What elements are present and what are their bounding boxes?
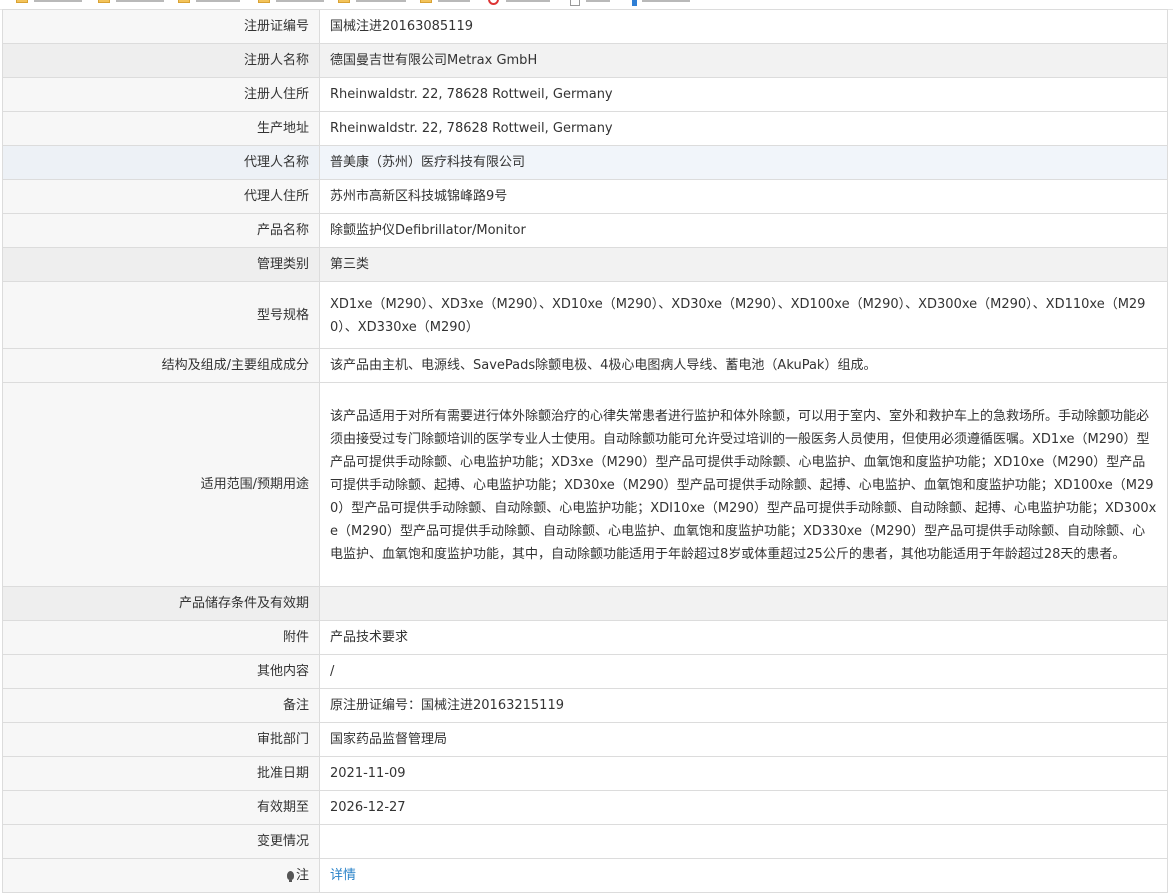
table-row: 变更情况	[2, 824, 1168, 859]
bookmark-label[interactable]	[586, 0, 610, 2]
bulb-icon	[286, 871, 294, 882]
table-row: 备注 原注册证编号：国械注进20163215119	[2, 688, 1168, 723]
field-value: 该产品由主机、电源线、SavePads除颤电极、4极心电图病人导线、蓄电池（Ak…	[319, 348, 1168, 383]
field-value: 第三类	[319, 247, 1168, 282]
bookmark-label[interactable]	[438, 0, 470, 2]
field-value: Rheinwaldstr. 22, 78628 Rottweil, German…	[319, 77, 1168, 112]
field-value: 原注册证编号：国械注进20163215119	[319, 688, 1168, 723]
table-row: 批准日期 2021-11-09	[2, 756, 1168, 791]
field-label: 产品名称	[2, 213, 320, 248]
field-label: 备注	[2, 688, 320, 723]
table-row: 其他内容 /	[2, 654, 1168, 689]
table-row: 结构及组成/主要组成成分 该产品由主机、电源线、SavePads除颤电极、4极心…	[2, 348, 1168, 383]
folder-icon[interactable]	[98, 0, 110, 3]
table-row: 有效期至 2026-12-27	[2, 790, 1168, 825]
field-value: Rheinwaldstr. 22, 78628 Rottweil, German…	[319, 111, 1168, 146]
table-row: 型号规格 XD1xe（M290）、XD3xe（M290）、XD10xe（M290…	[2, 281, 1168, 349]
field-value: 国家药品监督管理局	[319, 722, 1168, 757]
folder-icon[interactable]	[420, 0, 432, 3]
table-row: 生产地址 Rheinwaldstr. 22, 78628 Rottweil, G…	[2, 111, 1168, 146]
folder-icon[interactable]	[178, 0, 190, 3]
field-value	[319, 824, 1168, 859]
bookmark-label[interactable]	[276, 0, 324, 2]
folder-icon[interactable]	[338, 0, 350, 3]
note-label: 注	[2, 858, 320, 893]
field-label: 代理人名称	[2, 145, 320, 180]
field-label: 有效期至	[2, 790, 320, 825]
field-label: 产品储存条件及有效期	[2, 586, 320, 621]
table-row: 附件 产品技术要求	[2, 620, 1168, 655]
bookmark-label[interactable]	[642, 0, 690, 2]
note-label-text: 注	[295, 868, 309, 883]
field-label: 生产地址	[2, 111, 320, 146]
registration-detail-table: 注册证编号 国械注进20163085119 注册人名称 德国曼吉世有限公司Met…	[2, 9, 1168, 893]
field-value: 产品技术要求	[319, 620, 1168, 655]
table-row: 管理类别 第三类	[2, 247, 1168, 282]
field-value: XD1xe（M290）、XD3xe（M290）、XD10xe（M290）、XD3…	[319, 281, 1168, 349]
field-label: 适用范围/预期用途	[2, 382, 320, 587]
field-value: 该产品适用于对所有需要进行体外除颤治疗的心律失常患者进行监护和体外除颤，可以用于…	[319, 382, 1168, 587]
bookmark-label[interactable]	[356, 0, 406, 2]
field-label: 结构及组成/主要组成成分	[2, 348, 320, 383]
field-value: 2021-11-09	[319, 756, 1168, 791]
field-value: 德国曼吉世有限公司Metrax GmbH	[319, 43, 1168, 78]
field-label: 批准日期	[2, 756, 320, 791]
table-row: 适用范围/预期用途 该产品适用于对所有需要进行体外除颤治疗的心律失常患者进行监护…	[2, 382, 1168, 587]
field-label: 变更情况	[2, 824, 320, 859]
page-icon[interactable]	[570, 0, 580, 6]
bookmark-favicon-icon[interactable]	[632, 0, 637, 6]
bookmark-label[interactable]	[196, 0, 240, 2]
folder-icon[interactable]	[258, 0, 270, 3]
table-row: 审批部门 国家药品监督管理局	[2, 722, 1168, 757]
field-label: 注册证编号	[2, 9, 320, 44]
bookmark-label[interactable]	[116, 0, 164, 2]
details-link[interactable]: 详情	[330, 868, 356, 883]
table-row: 代理人住所 苏州市高新区科技城锦峰路9号	[2, 179, 1168, 214]
field-value: 国械注进20163085119	[319, 9, 1168, 44]
field-value: 苏州市高新区科技城锦峰路9号	[319, 179, 1168, 214]
field-label: 其他内容	[2, 654, 320, 689]
bookmark-label[interactable]	[34, 0, 82, 2]
field-label: 管理类别	[2, 247, 320, 282]
field-value: /	[319, 654, 1168, 689]
field-label: 注册人名称	[2, 43, 320, 78]
folder-icon[interactable]	[16, 0, 28, 3]
table-row: 注册证编号 国械注进20163085119	[2, 9, 1168, 44]
field-value: 详情	[319, 858, 1168, 893]
field-label: 附件	[2, 620, 320, 655]
field-label: 代理人住所	[2, 179, 320, 214]
table-row: 产品储存条件及有效期	[2, 586, 1168, 621]
field-value: 普美康（苏州）医疗科技有限公司	[319, 145, 1168, 180]
field-value	[319, 586, 1168, 621]
field-label: 型号规格	[2, 281, 320, 349]
table-row: 注册人住所 Rheinwaldstr. 22, 78628 Rottweil, …	[2, 77, 1168, 112]
field-label: 注册人住所	[2, 77, 320, 112]
table-row: 代理人名称 普美康（苏州）医疗科技有限公司	[2, 145, 1168, 180]
bookmark-label[interactable]	[506, 0, 550, 2]
table-row: 注 详情	[2, 858, 1168, 893]
field-value: 除颤监护仪Defibrillator/Monitor	[319, 213, 1168, 248]
table-row: 注册人名称 德国曼吉世有限公司Metrax GmbH	[2, 43, 1168, 78]
bookmark-favicon-icon[interactable]	[488, 0, 499, 5]
field-label: 审批部门	[2, 722, 320, 757]
field-value: 2026-12-27	[319, 790, 1168, 825]
table-row: 产品名称 除颤监护仪Defibrillator/Monitor	[2, 213, 1168, 248]
